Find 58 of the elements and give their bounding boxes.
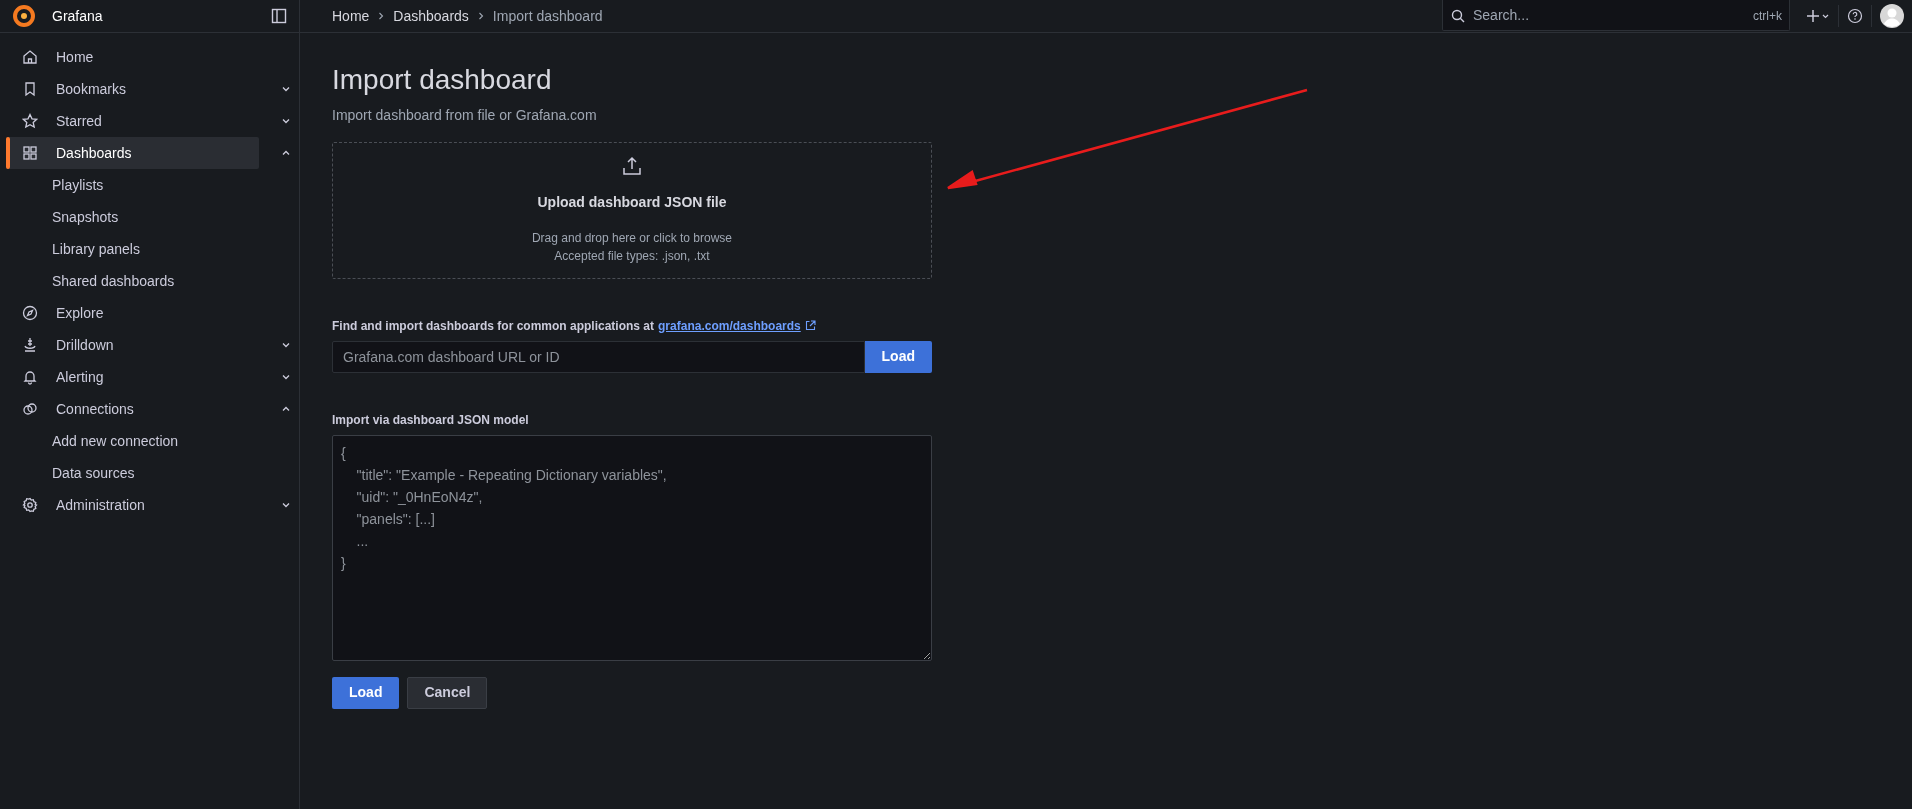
gear-icon [22,497,38,513]
home-icon [22,49,38,65]
expand-chevron-icon[interactable] [281,84,291,94]
sidebar-subitem[interactable]: Add new connection [52,430,179,452]
sidebar-subitem[interactable]: Shared dashboards [52,270,175,292]
external-link-icon [804,320,816,332]
star-icon [22,113,38,129]
sidebar-item[interactable]: Home [6,41,259,73]
sidebar-item[interactable]: Administration [6,489,259,521]
breadcrumb-link[interactable]: Home [332,5,370,27]
shortcut-hint: ctrl+k [1753,7,1782,25]
dashboard-url-field[interactable]: Grafana.com dashboard URL or ID [332,340,865,373]
dock-menu-icon[interactable] [271,8,287,24]
sidebar-item[interactable]: Connections [6,393,259,425]
breadcrumb-separator-icon [377,12,386,20]
search-icon [1451,8,1465,23]
grafana-logo-icon[interactable] [12,4,36,28]
import-label: Find and import dashboards for common applications at [332,317,655,335]
bell-icon [22,369,38,385]
sidebar-item[interactable]: Explore [6,297,259,329]
expand-chevron-icon[interactable] [281,372,291,382]
cancel-button[interactable]: Cancel [407,676,488,709]
sidebar-subitem[interactable]: Library panels [52,238,140,260]
sidebar-item[interactable]: Bookmarks [6,73,259,105]
sidebar-item[interactable]: Alerting [6,361,259,393]
page-subtitle: Import dashboard from file or Grafana.com [332,105,598,125]
avatar-icon[interactable] [1880,4,1904,28]
expand-chevron-icon[interactable] [281,116,291,126]
sidebar-item[interactable]: Starred [6,105,259,137]
connections-icon [22,401,38,417]
add-icon[interactable] [1806,9,1830,23]
collapse-chevron-icon[interactable] [281,148,291,158]
expand-chevron-icon[interactable] [281,500,291,510]
app-name: Grafana [52,6,103,26]
sidebar-subitem[interactable]: Data sources [52,462,135,484]
load-button[interactable]: Load [332,676,400,709]
accepted-types-text: Accepted file types: .json, .txt [554,247,710,265]
upload-title: Upload dashboard JSON file [537,192,727,212]
upload-dropzone[interactable]: Upload dashboard JSON file Drag and drop here or click to browse Accepted file types: .json, .txt [332,141,932,279]
sidebar-subitem[interactable]: Snapshots [52,206,119,228]
breadcrumb-separator-icon [476,12,485,20]
help-icon[interactable] [1847,8,1863,24]
drilldown-icon [22,337,38,353]
page-title: Import dashboard [332,63,553,97]
collapse-chevron-icon[interactable] [281,404,291,414]
json-model-label: Import via dashboard JSON model [332,411,530,429]
json-model-field[interactable]: { "title": "Example - Repeating Dictionary variables", "uid": "_0HnEoN4z", "panels": [...] ... } [332,434,932,661]
bookmark-icon [22,81,38,97]
upload-hint: Drag and drop here or click to browse [531,229,733,247]
upload-icon [622,155,642,176]
breadcrumb-link[interactable]: Dashboards [393,5,469,27]
grid-icon [22,145,38,161]
compass-icon [22,305,38,321]
sidebar-subitem[interactable]: Playlists [52,174,104,196]
load-button[interactable]: Load [864,340,932,373]
sidebar-item[interactable]: Drilldown [6,329,259,361]
dashboards-link[interactable]: grafana.com/dashboards [658,316,801,335]
expand-chevron-icon[interactable] [281,340,291,350]
